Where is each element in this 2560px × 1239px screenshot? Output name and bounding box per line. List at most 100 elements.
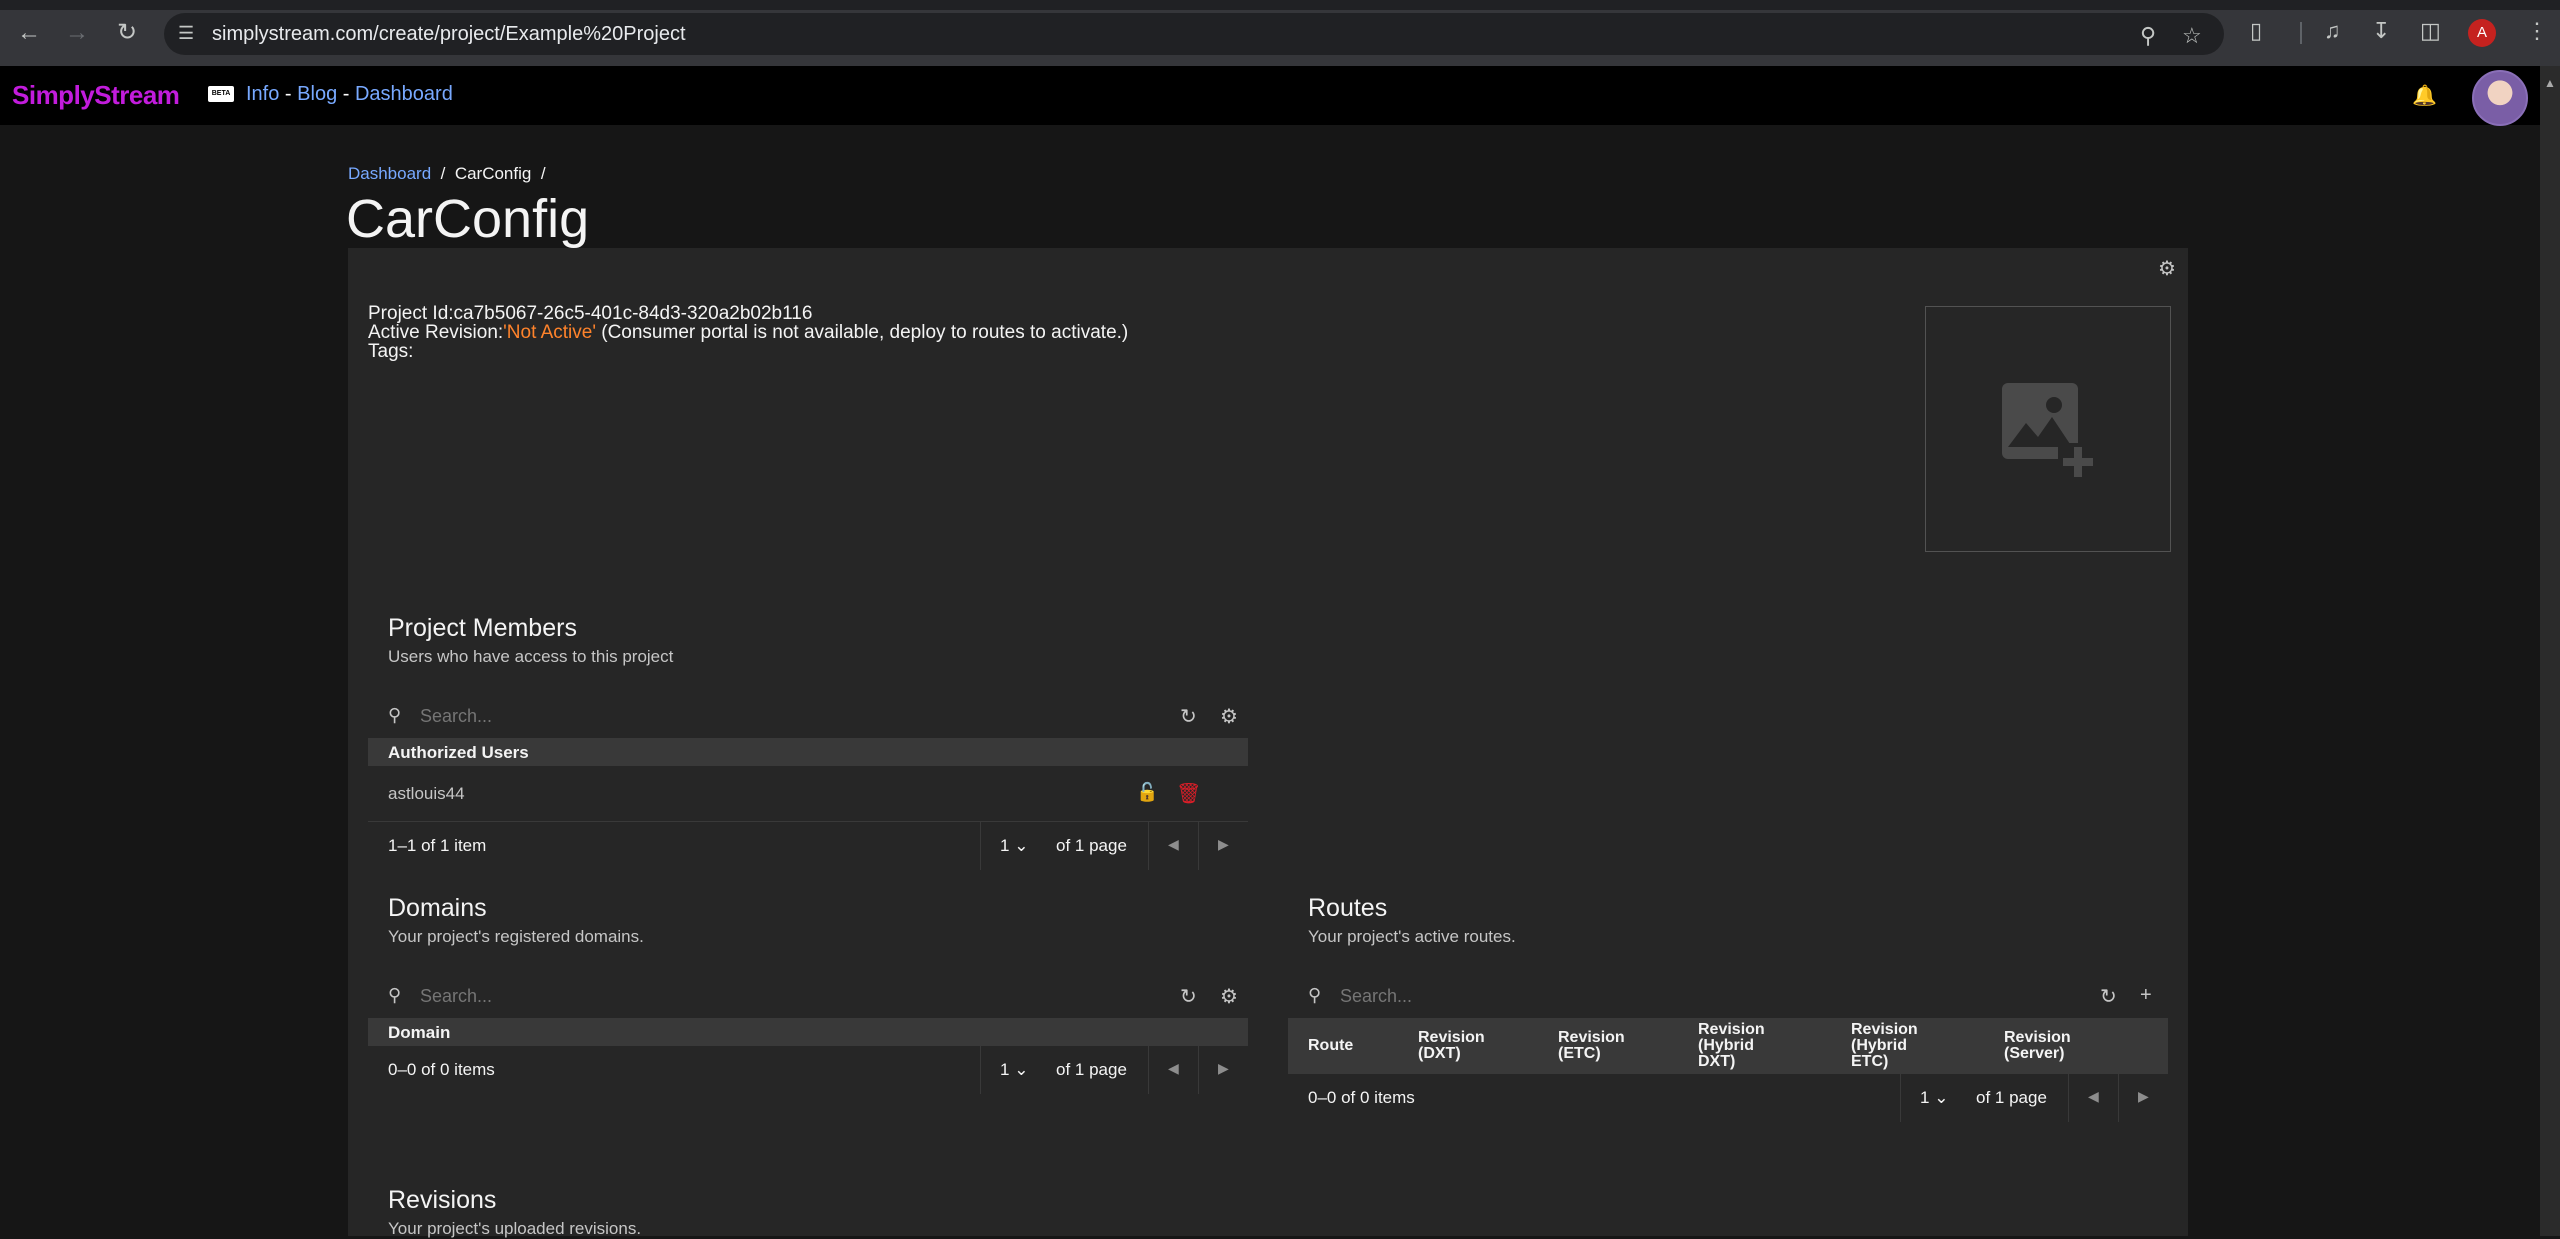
column-revision-hybrid-dxt[interactable]: Revision (Hybrid DXT) — [1698, 1022, 1765, 1070]
pager-divider — [1198, 822, 1199, 870]
domains-page-count: of 1 page — [1056, 1060, 1127, 1079]
back-icon[interactable]: ← — [14, 18, 44, 48]
routes-page-select[interactable]: 1 ⌄ — [1920, 1088, 1948, 1108]
routes-item-count: 0–0 of 0 items — [1308, 1088, 1415, 1107]
media-icon[interactable]: ♫ — [2324, 18, 2341, 44]
members-page-count: of 1 page — [1056, 836, 1127, 855]
project-id-label: Project Id: — [368, 303, 454, 324]
pager-divider — [980, 822, 981, 870]
nav-info-link[interactable]: Info — [246, 83, 279, 105]
download-icon[interactable]: ↧ — [2372, 18, 2390, 44]
tags-label: Tags: — [368, 341, 414, 362]
pager-divider — [1148, 822, 1149, 870]
bookmark-star-icon[interactable]: ☆ — [2182, 23, 2202, 49]
user-avatar[interactable] — [2472, 70, 2528, 126]
project-id-line: Project Id:ca7b5067-26c5-401c-84d3-320a2… — [368, 304, 1128, 323]
page-scrollbar[interactable]: ▲ — [2540, 66, 2560, 1236]
domains-pagination: 0–0 of 0 items 1 ⌄ of 1 page ◀ ▶ — [368, 1046, 1248, 1094]
page-title: CarConfig — [346, 189, 590, 249]
nav-dashboard-link[interactable]: Dashboard — [355, 83, 453, 105]
routes-toolbar: ⚲ ↻ + — [1288, 975, 2168, 1019]
gear-icon[interactable]: ⚙ — [1220, 984, 1238, 1009]
trash-icon[interactable]: 🗑 — [1176, 781, 1201, 806]
pager-divider — [1148, 1046, 1149, 1094]
members-page-select[interactable]: 1 ⌄ — [1000, 836, 1028, 856]
routes-title: Routes — [1308, 894, 1388, 922]
column-revision-etc[interactable]: Revision (ETC) — [1558, 1030, 1625, 1062]
project-id-value: ca7b5067-26c5-401c-84d3-320a2b02b116 — [453, 303, 813, 324]
gear-icon[interactable]: ⚙ — [1220, 704, 1238, 729]
project-image-upload[interactable] — [1925, 306, 2171, 552]
breadcrumb: Dashboard / CarConfig / — [348, 164, 546, 184]
gear-icon[interactable]: ⚙ — [2158, 256, 2176, 281]
breadcrumb-dashboard-link[interactable]: Dashboard — [348, 164, 431, 183]
routes-pagination: 0–0 of 0 items 1 ⌄ of 1 page ◀ ▶ — [1288, 1074, 2168, 1122]
tab-strip — [0, 0, 2560, 10]
next-page-icon[interactable]: ▶ — [2138, 1088, 2149, 1105]
members-table-header: Authorized Users — [368, 738, 1248, 766]
next-page-icon[interactable]: ▶ — [1218, 836, 1229, 853]
domains-page-select[interactable]: 1 ⌄ — [1000, 1060, 1028, 1080]
refresh-icon[interactable]: ↻ — [1180, 984, 1197, 1009]
members-toolbar: ⚲ ↻ ⚙ — [368, 695, 1248, 739]
revisions-subtitle: Your project's uploaded revisions. — [388, 1219, 642, 1238]
members-search-input[interactable] — [420, 706, 1020, 727]
forward-icon[interactable]: → — [62, 18, 92, 48]
routes-subtitle: Your project's active routes. — [1308, 927, 1516, 946]
pager-divider — [2118, 1074, 2119, 1122]
profile-avatar[interactable]: A — [2468, 19, 2496, 47]
refresh-icon[interactable]: ↻ — [1180, 704, 1197, 729]
column-revision-server[interactable]: Revision (Server) — [2004, 1030, 2071, 1062]
app-header: SimplyStream BETA Info - Blog - Dashboar… — [0, 66, 2540, 126]
add-image-icon — [2002, 383, 2098, 479]
column-domain[interactable]: Domain — [388, 1023, 450, 1043]
next-page-icon[interactable]: ▶ — [1218, 1060, 1229, 1077]
column-route[interactable]: Route — [1308, 1038, 1353, 1054]
side-panel-icon[interactable]: ◫ — [2420, 18, 2441, 44]
extensions-icon[interactable]: ▯ — [2250, 18, 2262, 44]
prev-page-icon[interactable]: ◀ — [2088, 1088, 2099, 1105]
prev-page-icon[interactable]: ◀ — [1168, 836, 1179, 853]
pager-divider — [2068, 1074, 2069, 1122]
toolbar-divider — [2300, 22, 2302, 44]
revisions-title: Revisions — [388, 1186, 497, 1214]
domains-item-count: 0–0 of 0 items — [388, 1060, 495, 1079]
beta-badge: BETA — [208, 86, 234, 102]
project-info: Project Id:ca7b5067-26c5-401c-84d3-320a2… — [368, 304, 1128, 361]
search-icon: ⚲ — [388, 705, 402, 725]
plus-icon[interactable]: + — [2140, 984, 2152, 1007]
bell-icon[interactable]: 🔔 — [2412, 83, 2437, 108]
domains-toolbar: ⚲ ↻ ⚙ — [368, 975, 1248, 1019]
members-item-count: 1–1 of 1 item — [388, 836, 487, 855]
menu-kebab-icon[interactable]: ⋮ — [2526, 18, 2548, 44]
unlock-icon[interactable]: 🔓 — [1136, 782, 1158, 803]
breadcrumb-current: CarConfig — [454, 164, 532, 183]
site-info-icon[interactable]: ☰ — [178, 23, 200, 45]
scroll-up-arrow-icon[interactable]: ▲ — [2544, 76, 2556, 90]
table-row: astlouis44 🔓 🗑 — [368, 766, 1248, 822]
nav-blog-link[interactable]: Blog — [297, 83, 337, 105]
routes-search-input[interactable] — [1340, 986, 1940, 1007]
pager-divider — [1198, 1046, 1199, 1094]
domains-search-input[interactable] — [420, 986, 1020, 1007]
active-revision-note: (Consumer portal is not available, deplo… — [595, 322, 1129, 343]
reload-icon[interactable]: ↻ — [112, 18, 142, 48]
header-nav: Info - Blog - Dashboard — [246, 83, 453, 106]
members-title: Project Members — [388, 614, 577, 642]
column-revision-dxt[interactable]: Revision (DXT) — [1418, 1030, 1485, 1062]
search-icon: ⚲ — [388, 985, 402, 1005]
nav-separator: - — [342, 83, 350, 105]
nav-separator: - — [284, 83, 292, 105]
members-subtitle: Users who have access to this project — [388, 647, 674, 666]
url-text[interactable]: simplystream.com/create/project/Example%… — [212, 23, 686, 46]
domains-table-header: Domain — [368, 1018, 1248, 1046]
column-authorized-users[interactable]: Authorized Users — [388, 743, 529, 763]
address-bar[interactable]: ☰ simplystream.com/create/project/Exampl… — [164, 13, 2224, 55]
prev-page-icon[interactable]: ◀ — [1168, 1060, 1179, 1077]
column-revision-hybrid-etc[interactable]: Revision (Hybrid ETC) — [1851, 1022, 1918, 1070]
zoom-icon[interactable]: ⚲ — [2140, 23, 2156, 49]
breadcrumb-separator: / — [440, 164, 446, 183]
logo[interactable]: SimplyStream — [12, 80, 180, 111]
refresh-icon[interactable]: ↻ — [2100, 984, 2117, 1009]
members-pagination: 1–1 of 1 item 1 ⌄ of 1 page ◀ ▶ — [368, 822, 1248, 870]
